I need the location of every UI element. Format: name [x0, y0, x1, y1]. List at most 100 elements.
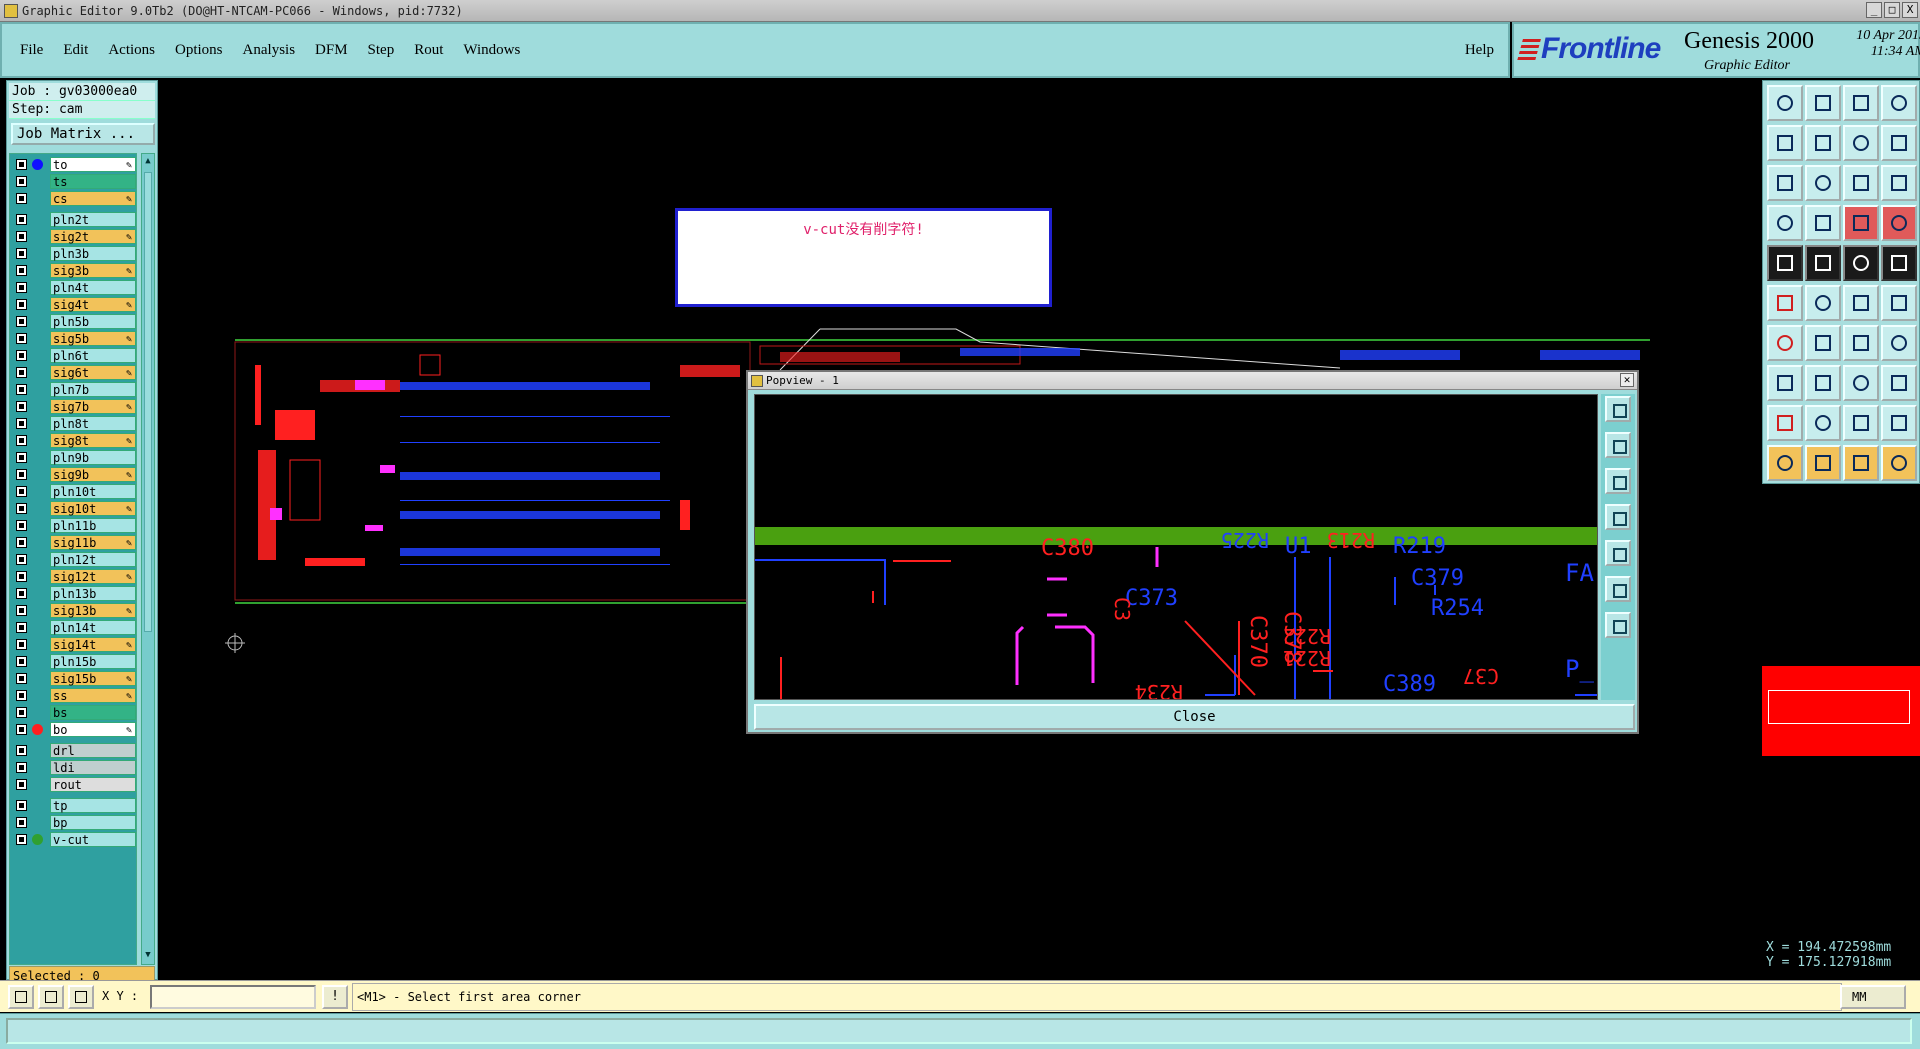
- scroll-up-icon[interactable]: ▲: [143, 156, 153, 168]
- layer-name[interactable]: pln13b: [50, 586, 136, 601]
- layer-checkbox[interactable]: [16, 673, 27, 684]
- menu-windows[interactable]: Windows: [461, 40, 522, 61]
- text-a-icon[interactable]: [1767, 405, 1803, 441]
- layer-row-pln13b[interactable]: pln13b: [12, 585, 136, 602]
- layer-row-pln4t[interactable]: pln4t: [12, 279, 136, 296]
- job-matrix-button[interactable]: Job Matrix ...: [11, 123, 155, 145]
- layer-checkbox[interactable]: [16, 834, 27, 845]
- layer-row-ldi[interactable]: ldi: [12, 759, 136, 776]
- minimize-button[interactable]: _: [1866, 2, 1882, 18]
- layer-name[interactable]: pln8t: [50, 416, 136, 431]
- layer-row-pln12t[interactable]: pln12t: [12, 551, 136, 568]
- layer-row-sig2t[interactable]: sig2t ✎: [12, 228, 136, 245]
- layer-row-pln6t[interactable]: pln6t: [12, 347, 136, 364]
- layer-checkbox[interactable]: [16, 367, 27, 378]
- layer-checkbox[interactable]: [16, 520, 27, 531]
- layer-name[interactable]: pln9b: [50, 450, 136, 465]
- connect-2-icon[interactable]: [1881, 285, 1917, 321]
- layer-row-sig11b[interactable]: sig11b ✎: [12, 534, 136, 551]
- maximize-button[interactable]: □: [1884, 2, 1900, 18]
- group-icon[interactable]: [1881, 365, 1917, 401]
- popview-titlebar[interactable]: Popview - 1 ✕: [748, 372, 1637, 390]
- xy-input[interactable]: [150, 985, 316, 1009]
- layer-checkbox[interactable]: [16, 554, 27, 565]
- layer-row-sig9b[interactable]: sig9b ✎: [12, 466, 136, 483]
- layer-name[interactable]: bs: [50, 705, 136, 720]
- layer-name[interactable]: tp: [50, 798, 136, 813]
- layer-checkbox[interactable]: [16, 469, 27, 480]
- layer-row-bp[interactable]: bp: [12, 814, 136, 831]
- split-view-icon[interactable]: [1881, 85, 1917, 121]
- layer-checkbox[interactable]: [16, 639, 27, 650]
- layer-name[interactable]: sig8t ✎: [50, 433, 136, 448]
- popview-pan-down-icon[interactable]: [1605, 468, 1631, 494]
- popview-close-button[interactable]: Close: [754, 704, 1635, 730]
- popview-pan-right-icon[interactable]: [1605, 540, 1631, 566]
- layer-row-sig14t[interactable]: sig14t ✎: [12, 636, 136, 653]
- layer-name[interactable]: sig6t ✎: [50, 365, 136, 380]
- layer-row-sig5b[interactable]: sig5b ✎: [12, 330, 136, 347]
- layer-name[interactable]: ldi: [50, 760, 136, 775]
- diag-line-icon[interactable]: [1805, 325, 1841, 361]
- layer-name[interactable]: sig15b ✎: [50, 671, 136, 686]
- layer-row-ts[interactable]: ts: [12, 173, 136, 190]
- layer-name[interactable]: pln14t: [50, 620, 136, 635]
- units-selector[interactable]: MM: [1840, 985, 1906, 1009]
- layer-checkbox[interactable]: [16, 690, 27, 701]
- layer-name[interactable]: ss ✎: [50, 688, 136, 703]
- layer-checkbox[interactable]: [16, 384, 27, 395]
- layer-name[interactable]: drl: [50, 743, 136, 758]
- zoom-home-icon[interactable]: [1767, 85, 1803, 121]
- text-a4-icon[interactable]: [1881, 405, 1917, 441]
- layer-toggle-2-icon[interactable]: [1881, 205, 1917, 241]
- layer-checkbox[interactable]: [16, 724, 27, 735]
- pan-left-icon[interactable]: [1767, 125, 1803, 161]
- info-button[interactable]: !: [322, 985, 348, 1009]
- pointer-2-icon[interactable]: [1805, 445, 1841, 481]
- layer-name[interactable]: pln6t: [50, 348, 136, 363]
- zoom-center-icon[interactable]: [1805, 165, 1841, 201]
- scroll-down-icon[interactable]: ▼: [143, 950, 153, 962]
- scroll-thumb[interactable]: [144, 172, 152, 632]
- select-area-icon[interactable]: [8, 985, 34, 1009]
- pointer-3-icon[interactable]: [1843, 445, 1879, 481]
- layer-row-sig4t[interactable]: sig4t ✎: [12, 296, 136, 313]
- popview-pan-up-icon[interactable]: [1605, 432, 1631, 458]
- menu-file[interactable]: File: [18, 40, 45, 61]
- pointer-icon[interactable]: [1767, 445, 1803, 481]
- layer-checkbox[interactable]: [16, 316, 27, 327]
- popview-pan-left-icon[interactable]: [1605, 504, 1631, 530]
- measure-icon[interactable]: [38, 985, 64, 1009]
- layer-name[interactable]: sig9b ✎: [50, 467, 136, 482]
- layer-name[interactable]: pln2t: [50, 212, 136, 227]
- step-icon[interactable]: [1881, 325, 1917, 361]
- trace-icon[interactable]: [1805, 365, 1841, 401]
- cross-icon[interactable]: [1805, 285, 1841, 321]
- layer-checkbox[interactable]: [16, 817, 27, 828]
- popview-zoom-out-icon[interactable]: [1605, 612, 1631, 638]
- overview-viewport[interactable]: [1768, 690, 1910, 724]
- ruler-icon[interactable]: [1843, 245, 1879, 281]
- snap-icon[interactable]: [1767, 205, 1803, 241]
- popview-window[interactable]: Popview - 1 ✕ C380 R225 U1 R213 R219 C37…: [746, 370, 1639, 734]
- layer-name[interactable]: bp: [50, 815, 136, 830]
- layer-name[interactable]: sig12t ✎: [50, 569, 136, 584]
- layer-checkbox[interactable]: [16, 176, 27, 187]
- layer-row-pln9b[interactable]: pln9b: [12, 449, 136, 466]
- layer-row-sig13b[interactable]: sig13b ✎: [12, 602, 136, 619]
- layer-checkbox[interactable]: [16, 707, 27, 718]
- layer-checkbox[interactable]: [16, 214, 27, 225]
- popview-zoom-view[interactable]: C380 R225 U1 R213 R219 C373 C370 C378 C3…: [755, 395, 1598, 700]
- menu-step[interactable]: Step: [366, 40, 397, 61]
- menu-analysis[interactable]: Analysis: [241, 40, 298, 61]
- layer-row-v-cut[interactable]: v-cut: [12, 831, 136, 848]
- pad-icon[interactable]: [1881, 245, 1917, 281]
- layer-name[interactable]: sig14t ✎: [50, 637, 136, 652]
- layer-checkbox[interactable]: [16, 800, 27, 811]
- redraw-icon[interactable]: [1843, 125, 1879, 161]
- line-icon[interactable]: [1767, 325, 1803, 361]
- popview-zoom-fit-icon[interactable]: [1605, 396, 1631, 422]
- layer-checkbox[interactable]: [16, 656, 27, 667]
- net-icon[interactable]: [1767, 285, 1803, 321]
- layer-checkbox[interactable]: [16, 418, 27, 429]
